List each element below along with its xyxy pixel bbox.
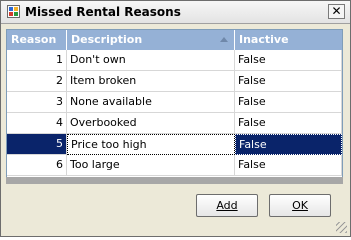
cell-inactive[interactable]: False: [235, 92, 342, 113]
ok-button[interactable]: OK: [269, 194, 331, 217]
cell-description[interactable]: Don't own: [67, 50, 235, 71]
reasons-grid[interactable]: Reason Description Inactive 1 Don't own …: [6, 29, 343, 179]
table-row[interactable]: 3 None available False: [7, 92, 342, 113]
title-bar[interactable]: Missed Rental Reasons ✕: [1, 1, 350, 24]
column-header-description-label: Description: [71, 33, 143, 46]
cell-reason[interactable]: 2: [7, 71, 67, 92]
cell-reason[interactable]: 4: [7, 113, 67, 134]
cell-inactive[interactable]: False: [235, 113, 342, 134]
column-header-description[interactable]: Description: [67, 30, 235, 50]
app-icon: [7, 5, 20, 18]
cell-inactive[interactable]: False: [235, 71, 342, 92]
grid-header: Reason Description Inactive: [7, 30, 342, 50]
cell-description[interactable]: Overbooked: [67, 113, 235, 134]
cell-reason[interactable]: 6: [7, 155, 67, 176]
dialog-window: Missed Rental Reasons ✕ Reason Descripti…: [0, 0, 351, 237]
table-row[interactable]: 6 Too large False: [7, 155, 342, 176]
column-header-inactive[interactable]: Inactive: [235, 30, 342, 50]
cell-description[interactable]: Too large: [67, 155, 235, 176]
window-title: Missed Rental Reasons: [25, 5, 181, 19]
cell-reason[interactable]: 1: [7, 50, 67, 71]
resize-grip-icon[interactable]: [336, 222, 347, 233]
cell-inactive[interactable]: False: [235, 134, 342, 155]
cell-inactive[interactable]: False: [235, 155, 342, 176]
cell-inactive[interactable]: False: [235, 50, 342, 71]
table-row[interactable]: 1 Don't own False: [7, 50, 342, 71]
cell-description[interactable]: Price too high: [67, 134, 235, 155]
column-header-reason[interactable]: Reason: [7, 30, 67, 50]
cell-reason[interactable]: 5: [7, 134, 67, 155]
table-row-selected[interactable]: 5 Price too high False: [7, 134, 342, 155]
sort-ascending-icon: [220, 37, 228, 42]
cell-reason[interactable]: 3: [7, 92, 67, 113]
grid-footer-band: [6, 177, 343, 184]
add-button-label: Add: [216, 199, 238, 212]
cell-description[interactable]: Item broken: [67, 71, 235, 92]
table-row[interactable]: 2 Item broken False: [7, 71, 342, 92]
table-row[interactable]: 4 Overbooked False: [7, 113, 342, 134]
cell-description[interactable]: None available: [67, 92, 235, 113]
close-icon[interactable]: ✕: [328, 4, 345, 19]
add-button[interactable]: Add: [196, 194, 258, 217]
ok-button-label: OK: [292, 199, 308, 212]
